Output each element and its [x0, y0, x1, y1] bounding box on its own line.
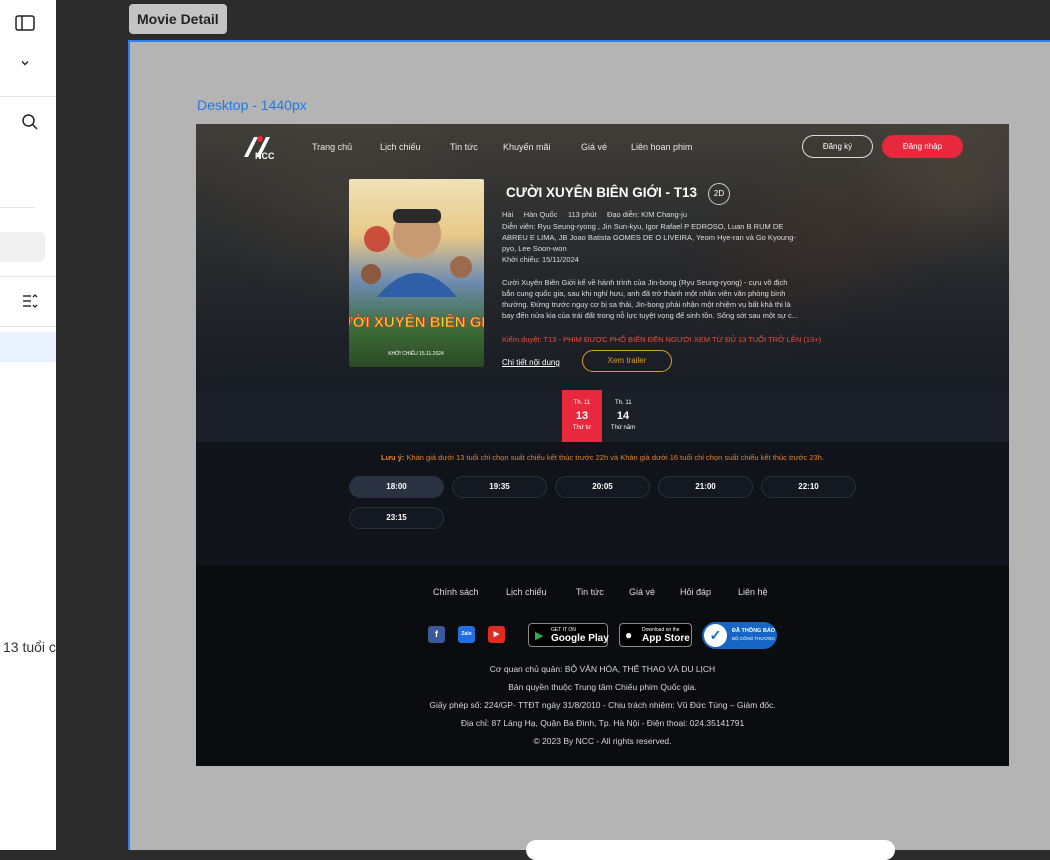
nav-home[interactable]: Trang chủ [312, 142, 352, 152]
note-label: Lưu ý: [381, 453, 405, 462]
cast-block: Diễn viên: Ryu Seung-ryong , Jin Sun-kyu… [502, 221, 852, 265]
layer-row-selected[interactable] [0, 332, 56, 362]
cast-line: Diễn viên: Ryu Seung-ryong , Jin Sun-kyu… [502, 222, 784, 231]
date-weekday: Thứ tư [572, 425, 592, 431]
cast-line: pyo, Lee Soon-won [502, 244, 567, 253]
movie-genre: Hài [502, 210, 514, 219]
design-canvas[interactable]: Movie Detail Desktop - 1440px NCC Trang … [56, 0, 1050, 860]
synopsis-line: Cười Xuyên Biên Giới kể về hành trình củ… [502, 278, 788, 287]
footer-info-line: Địa chỉ: 87 Láng Hạ, Quận Ba Đình, Tp. H… [460, 718, 745, 728]
format-badge: 2D [708, 183, 730, 205]
showtime-slot[interactable]: 23:15 [349, 507, 444, 529]
register-button[interactable]: Đăng ký [802, 135, 873, 158]
facebook-icon[interactable]: f [428, 626, 445, 643]
showtime-slot[interactable]: 20:05 [555, 476, 650, 498]
trailer-button[interactable]: Xem trailer [582, 350, 672, 372]
nav-news[interactable]: Tin tức [450, 142, 478, 152]
date-month: Th. 11 [573, 400, 591, 406]
nav-festival[interactable]: Liên hoan phim [631, 142, 693, 152]
footer-copyright: © 2023 By NCC - All rights reserved. [533, 736, 672, 746]
chevron-down-icon[interactable] [19, 56, 31, 74]
layer-text-preview: 13 tuổi c [3, 639, 56, 655]
date-selector: Th. 11 13 Thứ tư Th. 11 14 Thứ năm [196, 390, 1009, 442]
date-day: 14 [616, 410, 630, 422]
date-tab[interactable]: Th. 11 14 Thứ năm [603, 390, 643, 442]
ncc-logo[interactable]: NCC [242, 133, 280, 161]
logo-text: NCC [255, 151, 275, 161]
synopsis: Cười Xuyên Biên Giới kể về hành trình củ… [502, 277, 852, 321]
movie-country: Hàn Quốc [523, 210, 558, 219]
footer-link-faq[interactable]: Hỏi đáp [680, 587, 711, 597]
footer-link-policy[interactable]: Chính sách [433, 587, 479, 597]
youtube-icon[interactable]: ▶ [488, 626, 505, 643]
movie-poster: CƯỜI XUYÊN BIÊN GIỚI KHỞI CHIẾU 15.11.20… [349, 179, 484, 367]
list-sort-icon[interactable] [21, 292, 39, 315]
meta-row: Hài Hàn Quốc 113 phút Đạo diễn: KIM Chan… [502, 210, 687, 219]
footer-info-line: Giấy phép số: 224/GP- TTĐT ngày 31/8/201… [429, 700, 776, 710]
footer-link-schedule[interactable]: Lịch chiếu [506, 587, 547, 597]
divider [0, 207, 35, 208]
apple-icon: ● [625, 628, 633, 642]
divider [0, 326, 56, 327]
synopsis-line: bắn cung quốc gia, sau khi nghỉ hưu, anh… [502, 289, 786, 298]
poster-title: CƯỜI XUYÊN BIÊN GIỚI [349, 313, 484, 331]
detail-link[interactable]: Chi tiết nội dung [502, 358, 560, 367]
sidebar-toggle-icon[interactable] [15, 14, 35, 37]
movie-duration: 113 phút [567, 210, 597, 219]
rating-text: Kiểm duyệt: T13 - PHIM ĐƯỢC PHỔ BIẾN ĐẾN… [502, 335, 822, 344]
date-weekday: Thứ năm [610, 425, 636, 431]
note-text: Khán giả dưới 13 tuổi chỉ chọn suất chiế… [404, 453, 824, 462]
cast-line: ABREU E LIMA, JB Joao Batista GOMES DE O… [502, 233, 796, 242]
poster-date: KHỞI CHIẾU 15.11.2024 [388, 350, 444, 357]
showtime-slot[interactable]: 22:10 [761, 476, 856, 498]
input-field[interactable] [0, 232, 45, 262]
frame-label[interactable]: Desktop - 1440px [197, 97, 307, 113]
divider [0, 276, 56, 277]
app-store-big: App Store [642, 633, 690, 644]
google-play-big: Google Play [551, 633, 609, 644]
divider [0, 96, 56, 97]
date-day: 13 [575, 410, 589, 422]
zalo-icon[interactable]: Zalo [458, 626, 475, 643]
checkmark-icon: ✓ [704, 624, 727, 647]
nav-prices[interactable]: Giá vé [581, 142, 607, 152]
site-footer: Chính sách Lịch chiếu Tin tức Giá vé Hỏi… [196, 566, 1009, 766]
footer-info-line: Cơ quan chủ quản: BỘ VĂN HÓA, THỂ THAO V… [489, 664, 716, 674]
login-button[interactable]: Đăng nhập [882, 135, 963, 158]
frame-tag[interactable]: Movie Detail [129, 4, 227, 34]
footer-link-news[interactable]: Tin tức [576, 587, 604, 597]
bct-certification-badge[interactable]: ✓ ĐÃ THÔNG BÁO BỘ CÔNG THƯƠNG [702, 622, 777, 649]
google-play-icon: ▶ [535, 630, 544, 642]
showtime-slot-selected[interactable]: 18:00 [349, 476, 444, 498]
showtime-slot[interactable]: 19:35 [452, 476, 547, 498]
synopsis-line: bay đến nửa kia của trái đất trong nỗ lự… [502, 311, 799, 320]
nav-schedule[interactable]: Lịch chiếu [380, 142, 421, 152]
bct-top-text: ĐÃ THÔNG BÁO [732, 628, 776, 634]
showtime-slot[interactable]: 21:00 [658, 476, 753, 498]
movie-title: CƯỜI XUYÊN BIÊN GIỚI - T13 [506, 185, 698, 200]
google-play-badge[interactable]: ▶ GET IT ON Google Play [528, 623, 609, 647]
footer-link-prices[interactable]: Giá vé [629, 587, 655, 597]
synopsis-line: thường. Đứng trước nguy cơ bị sa thải, J… [502, 300, 791, 309]
search-icon[interactable] [21, 113, 39, 136]
release-date: Khởi chiếu: 15/11/2024 [502, 255, 579, 264]
date-tab-selected[interactable]: Th. 11 13 Thứ tư [562, 390, 602, 442]
movie-detail-page: NCC Trang chủ Lịch chiếu Tin tức Khuyến … [196, 124, 1009, 766]
app-store-badge[interactable]: ● Download on the App Store [619, 623, 692, 647]
showtime-section: Lưu ý: Khán giả dưới 13 tuổi chỉ chọn su… [196, 442, 1009, 566]
footer-info-line: Bản quyền thuộc Trung tâm Chiếu phim Quố… [508, 682, 697, 692]
canvas-toolbar[interactable] [526, 840, 895, 860]
date-month: Th. 11 [615, 400, 632, 406]
nav-promotions[interactable]: Khuyến mãi [503, 142, 551, 152]
site-nav: NCC Trang chủ Lịch chiếu Tin tức Khuyến … [196, 124, 1009, 170]
footer-link-contact[interactable]: Liên hệ [738, 587, 768, 597]
layers-panel: 13 tuổi c [0, 0, 56, 850]
movie-director: Đạo diễn: KIM Chang-ju [606, 210, 687, 219]
age-note: Lưu ý: Khán giả dưới 13 tuổi chỉ chọn su… [196, 453, 1009, 462]
bct-bottom-text: BỘ CÔNG THƯƠNG [732, 636, 775, 641]
